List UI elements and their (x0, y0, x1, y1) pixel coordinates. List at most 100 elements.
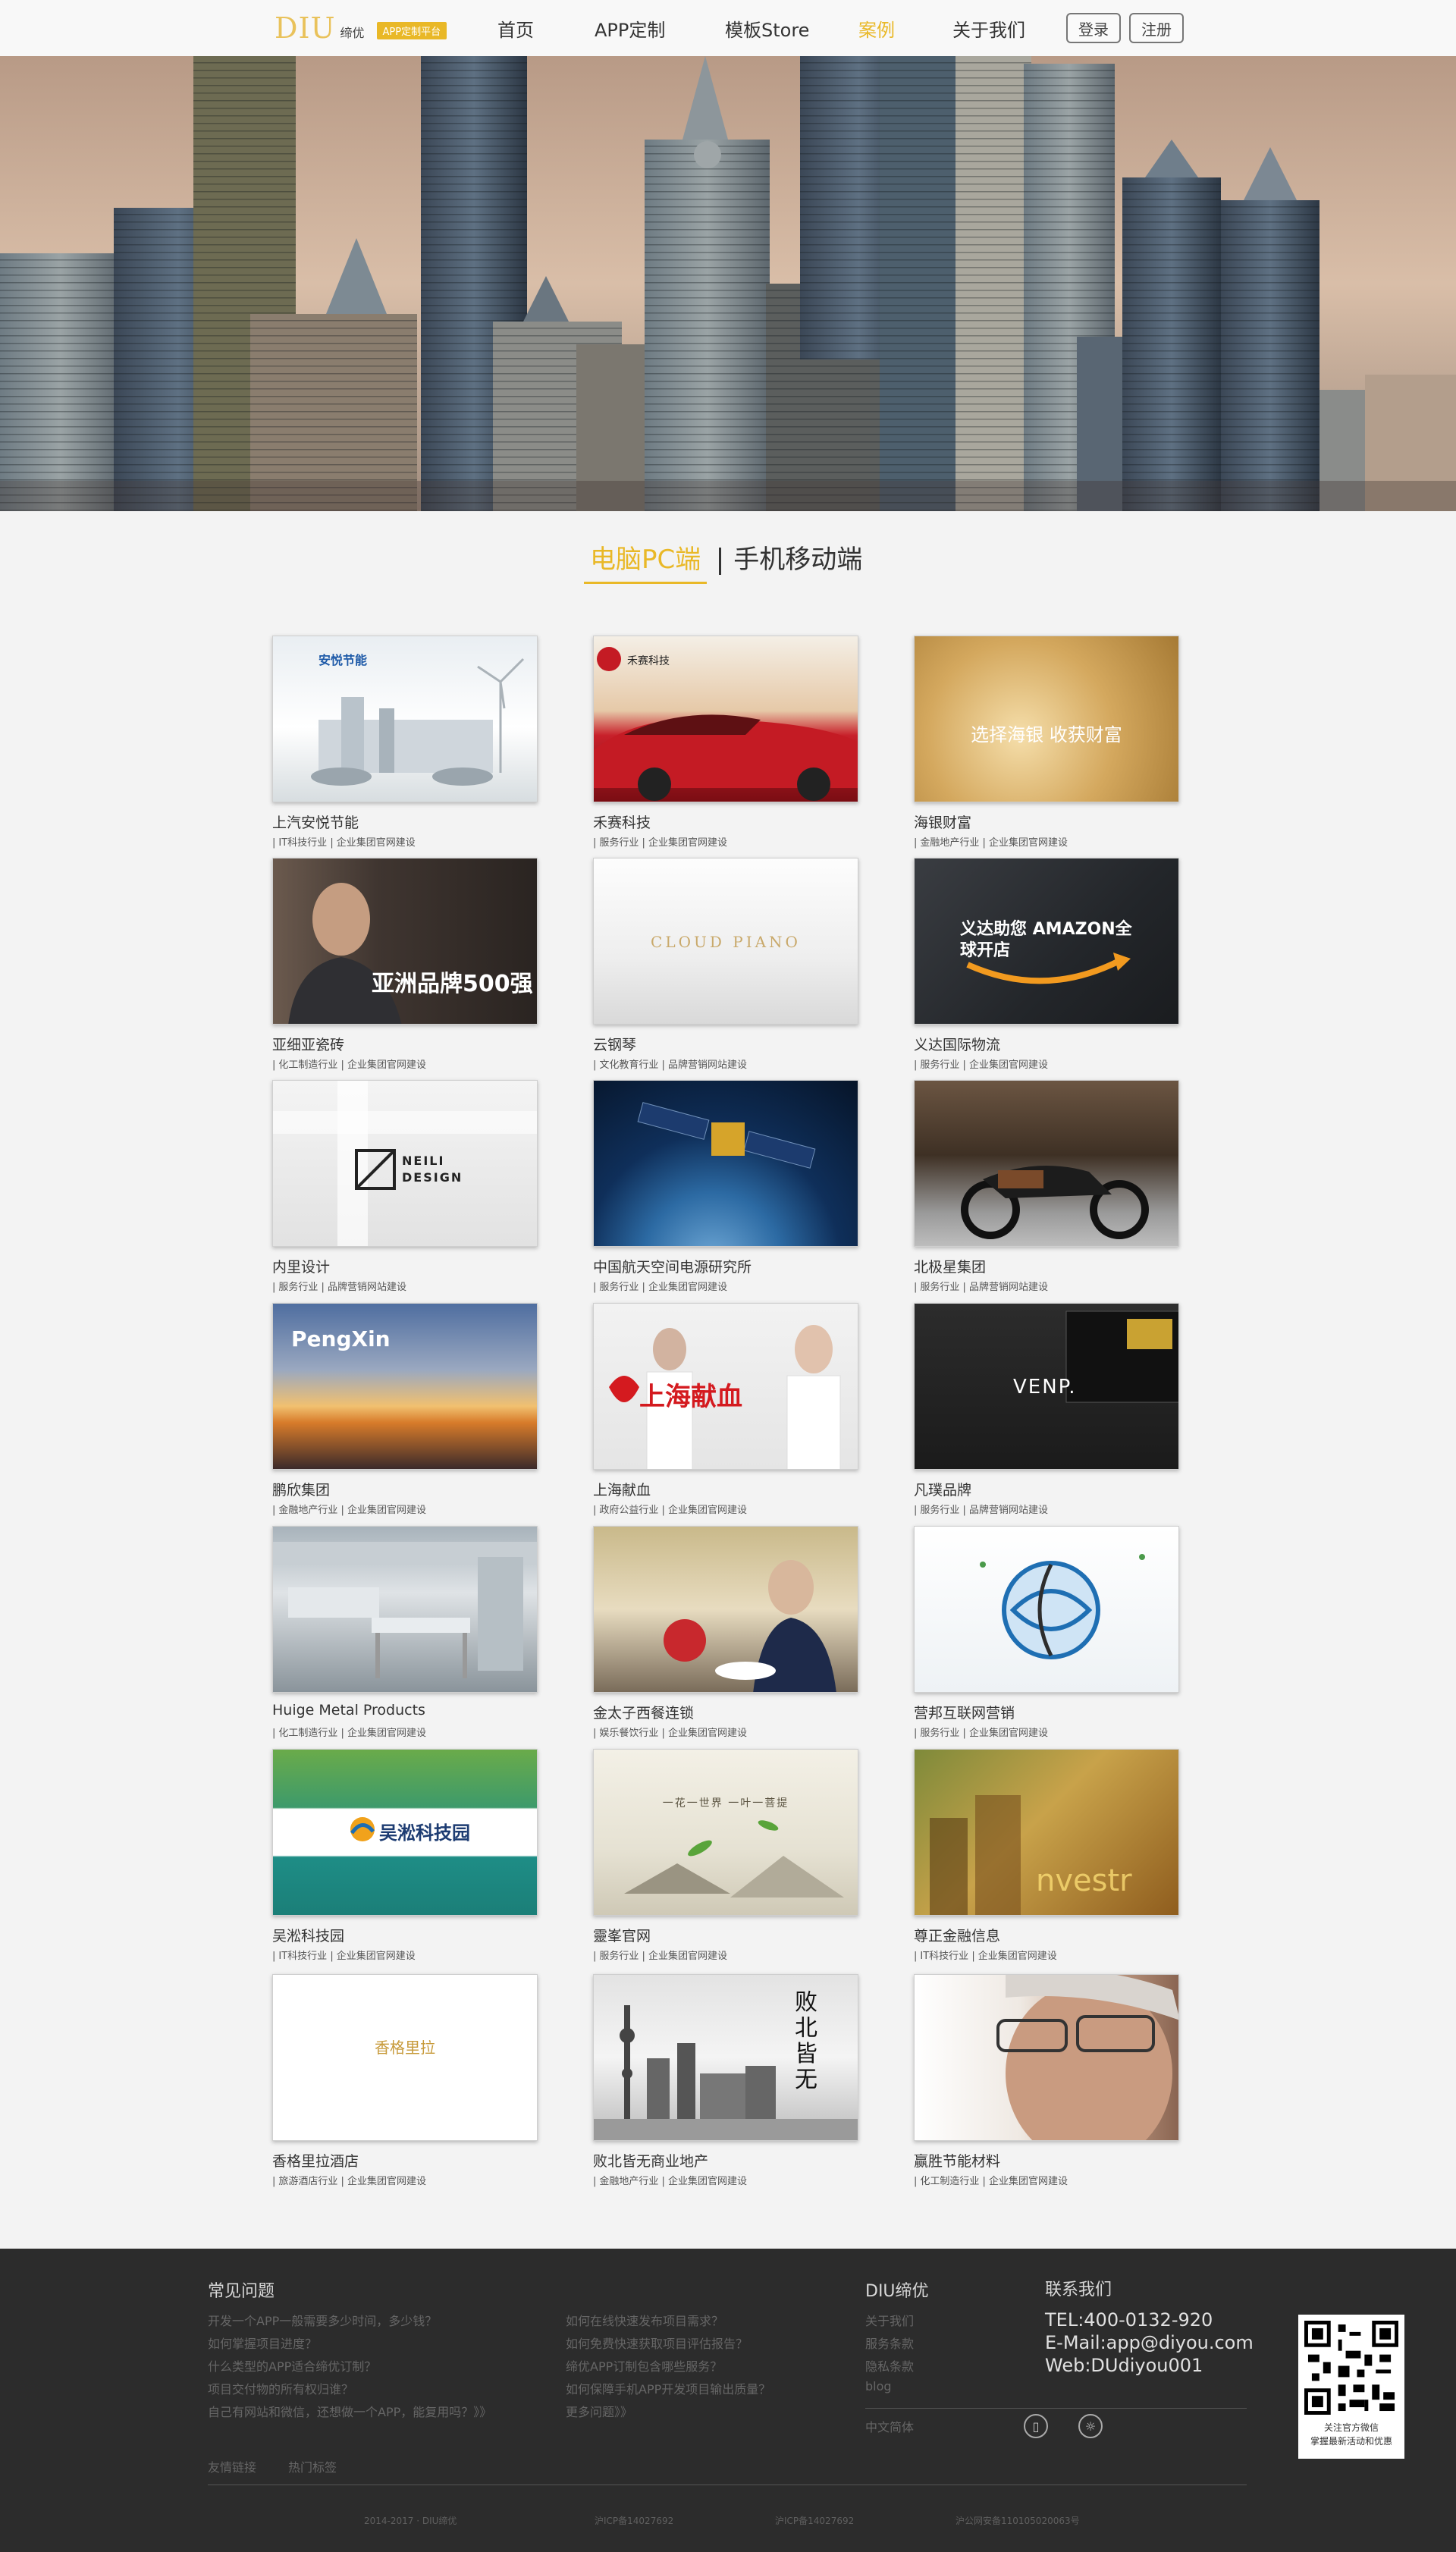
case-thumbnail[interactable]: 义达助您 AMAZON全球开店 (914, 858, 1179, 1025)
friend-links[interactable]: 友情链接 (208, 2457, 256, 2475)
case-thumbnail[interactable]: 亚洲品牌500强 (272, 858, 538, 1025)
case-card[interactable]: 赢胜节能材料 | 化工制造行业 | 企业集团官网建设 (912, 1973, 1181, 2193)
case-title[interactable]: Huige Metal Products (272, 1702, 425, 1719)
case-title[interactable]: 金太子西餐连锁 (593, 1702, 694, 1722)
case-title[interactable]: 鹏欣集团 (272, 1479, 330, 1499)
language-select[interactable]: 中文简体 (865, 2417, 914, 2435)
footer-link-blog[interactable]: blog (865, 2379, 892, 2393)
faq-link[interactable]: 如何在线快速发布项目需求？ (566, 2311, 723, 2329)
icp-text-2[interactable]: 沪ICP备14027692 (775, 2514, 854, 2527)
faq-link[interactable]: 如何免费快速获取项目评估报告？ (566, 2334, 748, 2352)
mobile-phone-icon[interactable]: ▯ (1024, 2414, 1048, 2438)
case-thumbnail[interactable]: CLOUD PIANO (593, 858, 858, 1025)
faq-link[interactable]: 如何保障手机APP开发项目输出质量？ (566, 2379, 770, 2397)
tab-mobile[interactable]: 手机移动端 (733, 538, 862, 584)
case-thumbnail[interactable]: 选择海银 收获财富 (914, 636, 1179, 802)
case-card[interactable]: NEILI DESIGN 内里设计 | 服务行业 | 品牌营销网站建设 (271, 1078, 539, 1298)
wechat-icon[interactable]: ☼ (1078, 2414, 1103, 2438)
case-title[interactable]: 败北皆无商业地产 (593, 2150, 708, 2171)
faq-link[interactable]: 自己有网站和微信，还想做一个APP，能复用吗？》》 (208, 2402, 491, 2420)
case-title[interactable]: 凡璞品牌 (914, 1479, 971, 1499)
case-card[interactable]: Huige Metal Products | 化工制造行业 | 企业集团官网建设 (271, 1524, 539, 1744)
case-title[interactable]: 营邦互联网营销 (914, 1702, 1015, 1722)
case-thumbnail[interactable] (914, 1526, 1179, 1693)
case-card[interactable]: 中国航天空间电源研究所 | 服务行业 | 企业集团官网建设 (592, 1078, 860, 1298)
case-title[interactable]: 吴淞科技园 (272, 1925, 344, 1945)
case-card[interactable]: 北极星集团 | 服务行业 | 品牌营销网站建设 (912, 1078, 1181, 1298)
case-thumbnail[interactable] (914, 1974, 1179, 2141)
case-title[interactable]: 北极星集团 (914, 1256, 986, 1276)
case-thumbnail[interactable]: 香格里拉 (272, 1974, 538, 2141)
tab-pc[interactable]: 电脑PC端 (584, 538, 708, 584)
case-title[interactable]: 香格里拉酒店 (272, 2150, 359, 2171)
faq-link[interactable]: 缔优APP订制包含哪些服务？ (566, 2356, 722, 2375)
hot-tags[interactable]: 热门标签 (288, 2457, 337, 2475)
nav-about[interactable]: 关于我们 (952, 15, 1056, 42)
thumb-caption: 安悦节能 (318, 653, 368, 667)
case-title[interactable]: 云钢琴 (593, 1034, 636, 1054)
nav-home[interactable]: 首页 (497, 15, 595, 42)
case-thumbnail[interactable]: 安悦节能 (272, 636, 538, 802)
case-title[interactable]: 尊正金融信息 (914, 1925, 1000, 1945)
nav-cases[interactable]: 案例 (858, 15, 952, 42)
case-title[interactable]: 上海献血 (593, 1479, 651, 1499)
case-card[interactable]: VENP. 凡璞品牌 | 服务行业 | 品牌营销网站建设 (912, 1301, 1181, 1521)
register-button[interactable]: 注册 (1129, 13, 1184, 43)
case-thumbnail[interactable]: 败北皆无 (593, 1974, 858, 2141)
faq-link[interactable]: 开发一个APP一般需要多少时间，多少钱？ (208, 2311, 437, 2329)
qr-code-image (1304, 2321, 1398, 2415)
case-card[interactable]: 败北皆无 败北皆无商业地产 | 金融地产行业 | 企业集团官网建设 (592, 1973, 860, 2193)
case-card[interactable]: CLOUD PIANO 云钢琴 | 文化教育行业 | 品牌营销网站建设 (592, 856, 860, 1076)
footer-link-about[interactable]: 关于我们 (865, 2311, 914, 2329)
case-thumbnail[interactable]: nvestr (914, 1749, 1179, 1916)
nav-template-store[interactable]: 模板Store (725, 15, 858, 42)
case-card[interactable]: 香格里拉 香格里拉酒店 | 旅游酒店行业 | 企业集团官网建设 (271, 1973, 539, 2193)
case-card[interactable]: 吴淞科技园 吴淞科技园 | IT科技行业 | 企业集团官网建设 (271, 1747, 539, 1967)
police-record-text[interactable]: 沪公网安备110105020063号 (956, 2514, 1080, 2527)
footer-link-terms[interactable]: 服务条款 (865, 2334, 914, 2352)
case-thumbnail[interactable]: 吴淞科技园 (272, 1749, 538, 1916)
nav-app-custom[interactable]: APP定制 (595, 15, 725, 42)
case-thumbnail[interactable]: 一花一世界 一叶一菩提 (593, 1749, 858, 1916)
faq-link[interactable]: 什么类型的APP适合缔优订制？ (208, 2356, 376, 2375)
faq-link[interactable]: 如何掌握项目进度？ (208, 2334, 317, 2352)
case-card[interactable]: PengXin 鹏欣集团 | 金融地产行业 | 企业集团官网建设 (271, 1301, 539, 1521)
case-card[interactable]: 上海献血 上海献血 | 政府公益行业 | 企业集团官网建设 (592, 1301, 860, 1521)
case-title[interactable]: 内里设计 (272, 1256, 330, 1276)
site-logo[interactable]: DIU 缔优 APP定制平台 (275, 9, 447, 47)
faq-link[interactable]: 更多问题》》 (566, 2402, 632, 2420)
case-thumbnail[interactable]: PengXin (272, 1303, 538, 1470)
case-card[interactable]: 选择海银 收获财富 海银财富 | 金融地产行业 | 企业集团官网建设 (912, 634, 1181, 854)
case-card[interactable]: 禾赛科技 禾赛科技 | 服务行业 | 企业集团官网建设 (592, 634, 860, 854)
case-card[interactable]: 营邦互联网营销 | 服务行业 | 企业集团官网建设 (912, 1524, 1181, 1744)
case-thumbnail[interactable] (593, 1526, 858, 1693)
footer-link-privacy[interactable]: 隐私条款 (865, 2356, 914, 2375)
case-title[interactable]: 亚细亚瓷砖 (272, 1034, 344, 1054)
case-thumbnail[interactable]: NEILI DESIGN (272, 1080, 538, 1247)
case-title[interactable]: 中国航天空间电源研究所 (593, 1256, 752, 1276)
case-thumbnail[interactable]: 禾赛科技 (593, 636, 858, 802)
case-card[interactable]: 一花一世界 一叶一菩提 靈峯官网 | 服务行业 | 企业集团官网建设 (592, 1747, 860, 1967)
case-title[interactable]: 赢胜节能材料 (914, 2150, 1000, 2171)
case-title[interactable]: 靈峯官网 (593, 1925, 651, 1945)
wechat-qr-code: 关注官方微信 掌握最新活动和优惠 (1298, 2315, 1404, 2459)
case-thumbnail[interactable]: VENP. (914, 1303, 1179, 1470)
case-thumbnail[interactable] (272, 1526, 538, 1693)
case-title[interactable]: 禾赛科技 (593, 811, 651, 832)
thumb-caption: 禾赛科技 (627, 655, 670, 667)
case-thumbnail[interactable]: 上海献血 (593, 1303, 858, 1470)
case-thumbnail[interactable] (914, 1080, 1179, 1247)
case-title[interactable]: 上汽安悦节能 (272, 811, 359, 832)
case-title[interactable]: 海银财富 (914, 811, 971, 832)
contact-email[interactable]: E-Mail:app@diyou.com (1045, 2332, 1254, 2353)
case-title[interactable]: 义达国际物流 (914, 1034, 1000, 1054)
case-card[interactable]: 义达助您 AMAZON全球开店 义达国际物流 | 服务行业 | 企业集团官网建设 (912, 856, 1181, 1076)
case-thumbnail[interactable] (593, 1080, 858, 1247)
case-card[interactable]: 亚洲品牌500强 亚细亚瓷砖 | 化工制造行业 | 企业集团官网建设 (271, 856, 539, 1076)
icp-text-1[interactable]: 沪ICP备14027692 (595, 2514, 673, 2527)
case-card[interactable]: 金太子西餐连锁 | 娱乐餐饮行业 | 企业集团官网建设 (592, 1524, 860, 1744)
login-button[interactable]: 登录 (1066, 13, 1121, 43)
case-card[interactable]: 安悦节能 上汽安悦节能 | IT科技行业 | 企业集团官网建设 (271, 634, 539, 854)
case-card[interactable]: nvestr 尊正金融信息 | IT科技行业 | 企业集团官网建设 (912, 1747, 1181, 1967)
faq-link[interactable]: 项目交付物的所有权归谁？ (208, 2379, 353, 2397)
